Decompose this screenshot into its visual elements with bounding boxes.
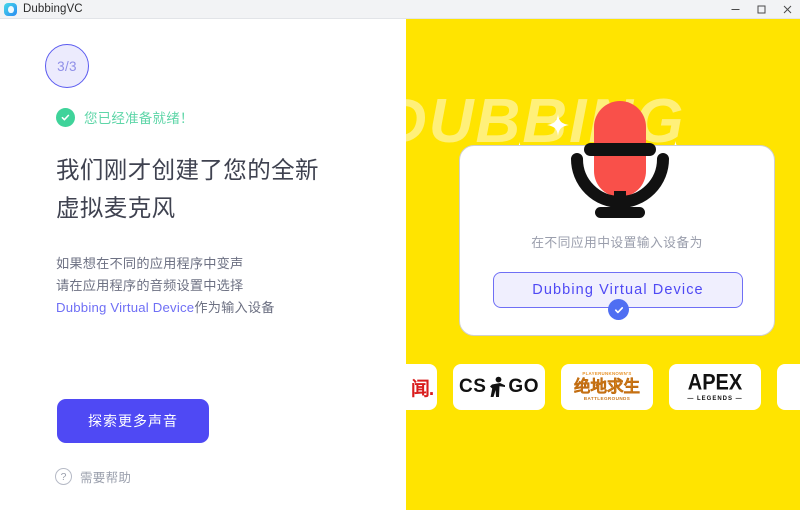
ready-status-label: 您已经准备就绪！	[84, 111, 194, 126]
right-illustration-panel: DUBBING 在不同应用中设置输入设备为 Dubbing Virtual De…	[406, 19, 800, 510]
partial-cn-game-logo-text: 闻.	[410, 378, 434, 400]
virtual-device-link[interactable]: Dubbing Virtual Device	[56, 300, 194, 315]
apex-legends-logo[interactable]: APEX — LEGENDS —	[669, 364, 761, 410]
supported-games-row: 闻. CS GO PLAYERUNKNOWN'S 绝地求生 BATTLEGROU…	[406, 363, 800, 411]
instructions-text: 如果想在不同的应用程序中变声 请在应用程序的音频设置中选择 Dubbing Vi…	[56, 253, 386, 319]
explore-more-voices-button[interactable]: 探索更多声音	[57, 399, 209, 443]
check-circle-icon	[56, 107, 75, 127]
minimize-icon[interactable]	[722, 0, 748, 19]
csgo-logo-text-left: CS	[459, 376, 487, 397]
page-title-line-2: 虚拟麦克风	[56, 195, 176, 221]
device-card-caption: 在不同应用中设置输入设备为	[531, 235, 703, 250]
window-title: DubbingVC	[23, 3, 83, 15]
instructions-line-1: 如果想在不同的应用程序中变声	[56, 256, 244, 271]
pubg-logo-top-text: PLAYERUNKNOWN'S	[582, 371, 632, 377]
instructions-line-2: 请在应用程序的音频设置中选择	[56, 278, 244, 293]
step-indicator: 3/3	[45, 44, 89, 88]
partial-right-logo[interactable]	[777, 364, 800, 410]
csgo-logo-text-right: GO	[508, 376, 539, 397]
left-content-panel: 3/3 您已经准备就绪！ 我们刚才创建了您的全新 虚拟麦克风 如果想在不同的应用…	[0, 19, 406, 510]
app-window: DubbingVC 3/3 您已经准备就绪！ 我们刚才创建了您的全新 虚拟麦克风…	[0, 0, 800, 510]
ready-status: 您已经准备就绪！	[56, 107, 194, 127]
need-help-link[interactable]: ? 需要帮助	[55, 467, 131, 486]
instructions-line-3: Dubbing Virtual Device作为输入设备	[56, 297, 386, 319]
need-help-label: 需要帮助	[80, 471, 132, 485]
close-icon[interactable]	[774, 0, 800, 19]
partial-cn-game-logo[interactable]: 闻.	[406, 364, 437, 410]
pubg-logo-main-text: 绝地求生	[574, 377, 640, 396]
apex-logo-bottom-text: — LEGENDS —	[687, 395, 743, 402]
microphone-icon	[571, 101, 669, 218]
window-controls	[722, 0, 800, 19]
pubg-cn-logo[interactable]: PLAYERUNKNOWN'S 绝地求生 BATTLEGROUNDS	[561, 364, 653, 410]
check-circle-filled-icon	[608, 299, 629, 320]
pubg-logo-bottom-text: BATTLEGROUNDS	[583, 396, 631, 402]
question-mark-icon: ?	[55, 468, 72, 485]
page-title-line-1: 我们刚才创建了您的全新	[56, 157, 319, 183]
page-title: 我们刚才创建了您的全新 虚拟麦克风	[56, 151, 386, 227]
instructions-line-3-rest: 作为输入设备	[194, 300, 275, 315]
title-bar: DubbingVC	[0, 0, 800, 19]
maximize-icon[interactable]	[748, 0, 774, 19]
step-indicator-label: 3/3	[57, 58, 77, 74]
dubbing-app-icon	[4, 2, 17, 16]
apex-logo-top-text: APEX	[687, 370, 743, 395]
csgo-soldier-icon	[487, 376, 507, 398]
csgo-logo[interactable]: CS GO	[453, 364, 545, 410]
